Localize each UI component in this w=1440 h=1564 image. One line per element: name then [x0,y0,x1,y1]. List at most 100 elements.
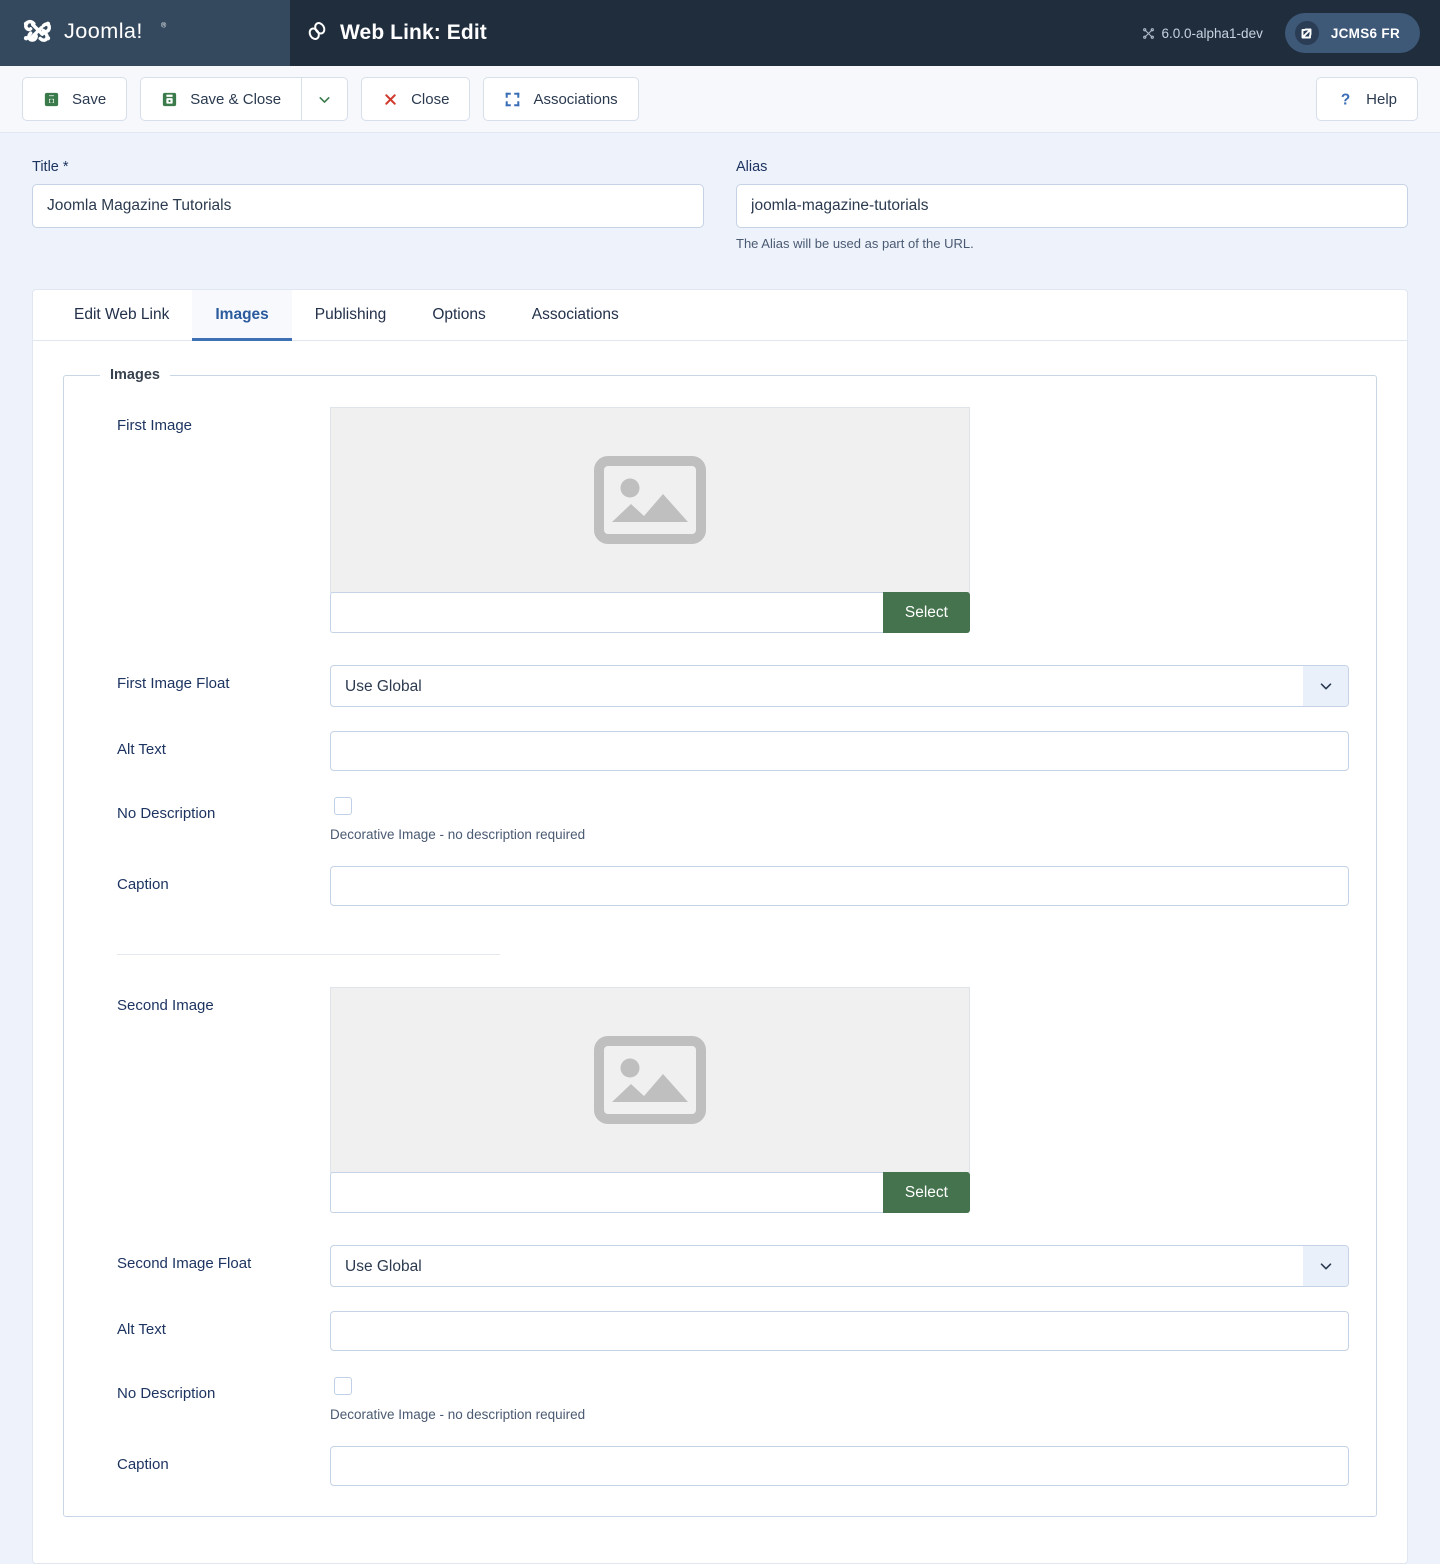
second-image-input-group: Select [330,1172,970,1213]
site-preview-user-pill[interactable]: JCMS6 FR [1284,13,1420,53]
joomla-wordmark: Joomla! ® [64,18,194,48]
images-panel: Images First Image Select First Image Fl… [33,341,1407,1563]
external-link-icon [1294,20,1320,46]
alias-hint: The Alias will be used as part of the UR… [736,236,974,251]
first-caption-input[interactable] [330,866,1349,906]
close-button-label: Close [411,90,450,108]
svg-text:?: ? [1341,91,1350,107]
second-alt-text-label: Alt Text [117,1321,166,1338]
page-title: Web Link: Edit [340,21,487,44]
second-no-description-hint: Decorative Image - no description requir… [330,1407,586,1422]
editor-card: Edit Web Link Images Publishing Options … [32,289,1408,1564]
close-button[interactable]: Close [361,77,471,121]
save-button-label: Save [72,90,107,108]
second-caption-label: Caption [117,1456,169,1473]
associations-button[interactable]: Associations [483,77,639,121]
save-disk-icon [43,91,60,108]
title-input[interactable] [32,184,704,228]
help-button[interactable]: ? Help [1316,77,1418,121]
second-alt-text-row: Alt Text [90,1305,1350,1351]
first-no-description-label: No Description [117,805,216,822]
help-button-label: Help [1366,90,1397,108]
first-alt-text-input[interactable] [330,731,1349,771]
second-image-float-label: Second Image Float [117,1255,252,1272]
second-image-float-row: Second Image Float Use Global [90,1239,1350,1287]
first-no-description-hint: Decorative Image - no description requir… [330,827,586,842]
first-image-row: First Image Select [90,401,1350,633]
svg-text:Joomla!: Joomla! [64,18,143,43]
user-name: JCMS6 FR [1330,25,1400,41]
tab-bar: Edit Web Link Images Publishing Options … [33,290,1407,341]
section-divider-row [90,906,1350,955]
second-image-float-select[interactable]: Use Global [330,1245,1349,1287]
second-image-select-button[interactable]: Select [882,1172,970,1213]
tab-associations[interactable]: Associations [509,290,642,341]
version-indicator: 6.0.0-alpha1-dev [1142,26,1263,41]
tab-images[interactable]: Images [192,290,292,341]
close-x-icon [382,91,399,108]
first-caption-label: Caption [117,876,169,893]
first-image-label: First Image [117,417,193,434]
version-text: 6.0.0-alpha1-dev [1161,25,1263,41]
second-no-description-row: No Description Decorative Image - no des… [90,1369,1350,1422]
first-image-input-group: Select [330,592,970,633]
tab-publishing[interactable]: Publishing [292,290,410,341]
joomla-logo-icon [20,14,54,52]
first-alt-text-label: Alt Text [117,741,166,758]
app-header: Joomla! ® Web Link: Edit 6.0.0-alpha1-de… [0,0,1440,66]
images-section-divider [117,954,500,955]
first-no-description-checkbox[interactable] [334,797,352,815]
save-dropdown-toggle[interactable] [301,77,349,121]
associations-button-label: Associations [533,90,618,108]
first-no-description-row: No Description Decorative Image - no des… [90,789,1350,842]
first-image-float-row: First Image Float Use Global [90,659,1350,707]
title-label: Title * [32,159,69,175]
brand-area[interactable]: Joomla! ® [0,0,290,66]
title-field-group: Title * [32,159,704,251]
second-caption-row: Caption [90,1440,1350,1486]
second-no-description-label: No Description [117,1385,216,1402]
first-image-float-select[interactable]: Use Global [330,665,1349,707]
associations-arrows-in-icon [504,91,521,108]
first-image-select-button[interactable]: Select [882,592,970,633]
first-caption-row: Caption [90,860,1350,906]
svg-text:®: ® [161,22,166,30]
chevron-down-icon [316,91,333,108]
alias-label: Alias [736,159,768,175]
second-alt-text-input[interactable] [330,1311,1349,1351]
save-disk-icon [161,91,178,108]
images-fieldset-legend: Images [110,367,160,383]
images-fieldset: Images First Image Select First Image Fl… [63,367,1377,1517]
save-button[interactable]: Save [22,77,128,121]
first-alt-text-row: Alt Text [90,725,1350,771]
image-placeholder-icon [594,456,706,544]
second-image-label: Second Image [117,997,214,1014]
first-image-path-input[interactable] [330,592,883,633]
second-caption-input[interactable] [330,1446,1349,1486]
chain-link-icon [306,20,328,46]
save-and-close-label: Save & Close [190,90,282,108]
second-no-description-checkbox[interactable] [334,1377,352,1395]
second-image-preview[interactable] [330,987,970,1173]
save-close-group: Save & Close [140,77,349,121]
editor-toolbar: Save Save & Close Close Associations ? H… [0,66,1440,133]
title-alias-row: Title * Alias The Alias will be used as … [0,133,1440,251]
alias-input[interactable] [736,184,1408,228]
question-mark-icon: ? [1337,91,1354,108]
first-image-float-label: First Image Float [117,675,230,692]
tab-options[interactable]: Options [409,290,508,341]
alias-field-group: Alias The Alias will be used as part of … [736,159,1408,251]
save-and-close-button[interactable]: Save & Close [140,77,302,121]
first-image-preview[interactable] [330,407,970,593]
second-image-path-input[interactable] [330,1172,883,1213]
tab-edit-web-link[interactable]: Edit Web Link [51,290,192,341]
